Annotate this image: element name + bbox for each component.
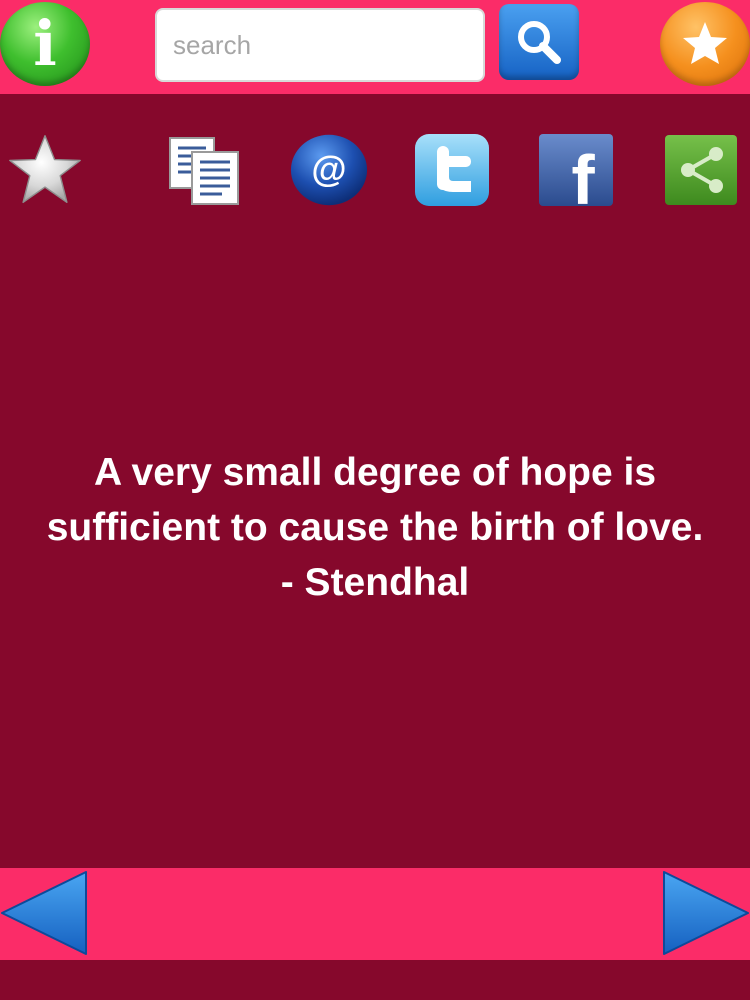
email-glyph: @	[311, 148, 346, 189]
info-icon: i	[33, 7, 57, 80]
previous-quote-button[interactable]	[0, 870, 92, 956]
copy-button[interactable]	[166, 132, 244, 208]
star-icon	[683, 22, 727, 64]
email-icon: @	[290, 134, 368, 206]
arrow-right-icon	[663, 871, 749, 955]
info-button[interactable]: i	[0, 2, 90, 86]
facebook-icon: f	[539, 134, 613, 208]
facebook-glyph: f	[571, 141, 595, 208]
arrow-left-icon	[1, 871, 87, 955]
share-icon	[665, 135, 737, 205]
add-favorite-button[interactable]	[6, 132, 84, 208]
share-button[interactable]	[664, 132, 738, 208]
next-quote-button[interactable]	[658, 870, 750, 956]
twitter-button[interactable]	[413, 132, 491, 208]
search-button[interactable]	[499, 4, 579, 80]
twitter-icon	[415, 134, 489, 206]
copy-icon	[169, 137, 239, 205]
star-icon	[9, 135, 81, 204]
favorite-button[interactable]	[660, 2, 750, 86]
quote-text: A very small degree of hope is sufficien…	[46, 451, 704, 604]
email-button[interactable]: @	[290, 132, 368, 208]
bottom-bar	[0, 868, 750, 960]
search-input[interactable]	[155, 8, 485, 82]
magnifier-icon	[518, 21, 561, 64]
facebook-button[interactable]: f	[537, 132, 615, 208]
